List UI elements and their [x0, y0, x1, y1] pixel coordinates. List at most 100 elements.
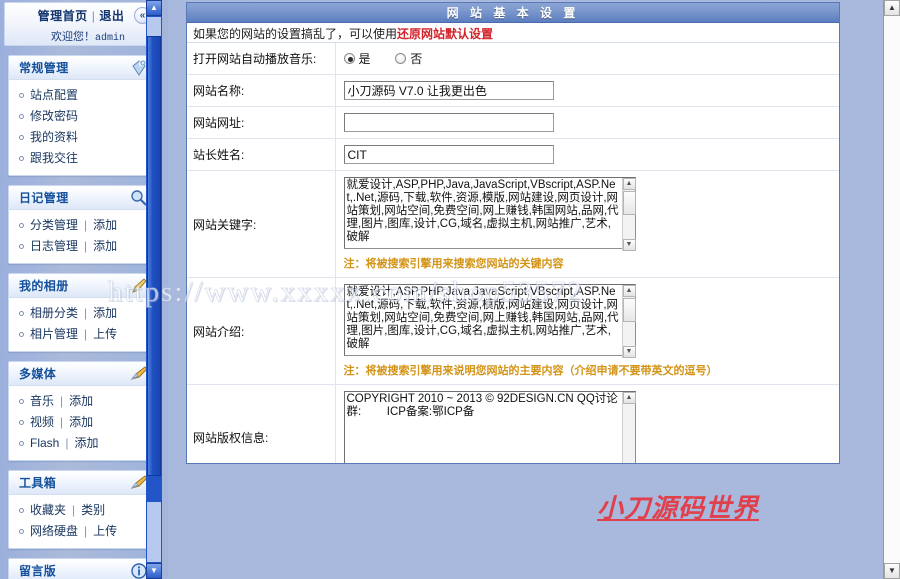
- page-scrollbar[interactable]: ▲ ▼: [883, 0, 900, 579]
- sidebar-item-add-link[interactable]: 添加: [69, 394, 93, 408]
- sidebar-item-add-link[interactable]: 添加: [93, 218, 117, 232]
- bullet-icon: [19, 529, 24, 535]
- scrollbar-thumb[interactable]: [622, 191, 636, 215]
- radio-yes[interactable]: [343, 53, 355, 64]
- sidebar-item-label[interactable]: 网络硬盘: [30, 524, 78, 538]
- sidebar-panel-multimedia: 多媒体 音乐 | 添加 视频 | 添加 Flash | 添加: [8, 361, 156, 461]
- page-scroll-down-icon[interactable]: ▼: [884, 563, 900, 579]
- header-separator: |: [91, 9, 96, 23]
- panel-header: 常规管理: [9, 56, 155, 80]
- admin-home-link[interactable]: 管理首页: [38, 9, 88, 23]
- panel-body: 音乐 | 添加 视频 | 添加 Flash | 添加: [9, 386, 155, 460]
- intro-textarea[interactable]: 就爱设计,ASP,PHP,Java,JavaScript,VBscript,AS…: [343, 284, 636, 356]
- sidebar-item-add-link[interactable]: 添加: [93, 306, 117, 320]
- page-scroll-up-icon[interactable]: ▲: [884, 0, 900, 16]
- sidebar-item-label[interactable]: 相册分类: [30, 306, 78, 320]
- current-username: admin: [94, 33, 125, 44]
- settings-form: 打开网站自动播放音乐: 是 否 网站名称: 网站网址:: [187, 43, 839, 463]
- webmaster-input[interactable]: [343, 145, 554, 164]
- intro-hint: 注：将被搜索引擎用来说明您网站的主要内容（介绍申请不要带英文的逗号）: [343, 365, 718, 377]
- bullet-icon: [19, 93, 24, 99]
- keywords-hint: 注：将被搜索引擎用来搜索您网站的关键内容: [343, 258, 564, 270]
- keywords-textarea[interactable]: 就爱设计,ASP,PHP,Java,JavaScript,VBscript,AS…: [343, 177, 636, 249]
- panel-title: 留言版: [19, 564, 57, 578]
- page-title: 网 站 基 本 设 置: [187, 3, 839, 23]
- sidebar-item-label[interactable]: Flash: [30, 436, 59, 450]
- copyright-textarea[interactable]: COPYRIGHT 2010 ~ 2013 © 92DESIGN.CN QQ讨论…: [343, 391, 636, 463]
- sidebar-item-label[interactable]: 视频: [30, 415, 54, 429]
- sidebar-item-label[interactable]: 修改密码: [30, 109, 78, 123]
- table-row-keywords: 网站关键字: 就爱设计,ASP,PHP,Java,JavaScript,VBsc…: [187, 170, 839, 278]
- panel-body: 分类管理 | 添加 日志管理 | 添加: [9, 210, 155, 263]
- autoplay-label: 打开网站自动播放音乐:: [187, 43, 336, 75]
- copyright-label: 网站版权信息:: [187, 384, 336, 463]
- siteurl-input[interactable]: [343, 113, 554, 132]
- bullet-icon: [19, 508, 24, 514]
- panel-body: 相册分类 | 添加 相片管理 | 上传: [9, 298, 155, 351]
- sidebar-item-label[interactable]: 分类管理: [30, 218, 78, 232]
- copyright-textarea-scrollbar[interactable]: ▲ ▼: [621, 392, 636, 463]
- intro-textarea-scrollbar[interactable]: ▲ ▼: [621, 285, 636, 358]
- sidebar-item-site-config[interactable]: 站点配置: [9, 85, 155, 106]
- sidebar-scroll-down-icon[interactable]: ▼: [146, 563, 162, 579]
- radio-no[interactable]: [395, 53, 407, 64]
- sidebar-scroll-up-icon[interactable]: ▲: [146, 0, 162, 16]
- item-separator: |: [84, 306, 88, 320]
- sidebar-item-music[interactable]: 音乐 | 添加: [9, 391, 155, 412]
- sidebar-item-my-profile[interactable]: 我的资料: [9, 127, 155, 148]
- scroll-up-icon[interactable]: ▲: [622, 392, 636, 404]
- keywords-label: 网站关键字:: [187, 170, 336, 278]
- sidebar-item-change-password[interactable]: 修改密码: [9, 106, 155, 127]
- sidebar-item-favorites[interactable]: 收藏夹 | 类别: [9, 500, 155, 521]
- bullet-icon: [19, 441, 24, 447]
- sidebar-item-upload-link[interactable]: 上传: [93, 524, 117, 538]
- sidebar-item-label[interactable]: 站点配置: [30, 88, 78, 102]
- intro-label: 网站介绍:: [187, 277, 336, 385]
- sidebar-item-add-link[interactable]: 添加: [74, 436, 98, 450]
- sidebar-item-video[interactable]: 视频 | 添加: [9, 412, 155, 433]
- sidebar-scrollbar[interactable]: ▲ ▼: [146, 0, 162, 579]
- page-scrollbar-track[interactable]: [884, 16, 900, 563]
- sidebar-item-contact-me[interactable]: 跟我交往: [9, 148, 155, 169]
- sidebar-item-label[interactable]: 音乐: [30, 394, 54, 408]
- sidebar-item-category-manage[interactable]: 分类管理 | 添加: [9, 215, 155, 236]
- keywords-textarea-scrollbar[interactable]: ▲ ▼: [621, 178, 636, 251]
- sidebar-item-flash[interactable]: Flash | 添加: [9, 433, 155, 454]
- sidebar-item-add-link[interactable]: 添加: [69, 415, 93, 429]
- sidebar-header: 管理首页 | 退出 欢迎您！admin «: [4, 2, 158, 46]
- scroll-down-icon[interactable]: ▼: [622, 346, 636, 358]
- bullet-icon: [19, 244, 24, 250]
- sidebar-item-label[interactable]: 我的资料: [30, 130, 78, 144]
- logout-link[interactable]: 退出: [99, 9, 124, 23]
- sidebar-item-upload-link[interactable]: 上传: [93, 327, 117, 341]
- autoplay-radio-group[interactable]: 是 否: [343, 52, 423, 66]
- bullet-icon: [19, 114, 24, 120]
- sidebar-item-netdisk[interactable]: 网络硬盘 | 上传: [9, 521, 155, 542]
- radio-no-label: 否: [410, 52, 423, 66]
- sidebar-item-label[interactable]: 日志管理: [30, 239, 78, 253]
- sidebar-scrollbar-track-top[interactable]: [147, 17, 161, 36]
- sidebar-item-category-link[interactable]: 类别: [81, 503, 105, 517]
- sidebar-item-photo-manage[interactable]: 相片管理 | 上传: [9, 324, 155, 345]
- table-row-siteurl: 网站网址:: [187, 106, 839, 139]
- sidebar-item-add-link[interactable]: 添加: [93, 239, 117, 253]
- scroll-up-icon[interactable]: ▲: [622, 285, 636, 297]
- scroll-down-icon[interactable]: ▼: [622, 239, 636, 251]
- sidebar-item-label[interactable]: 跟我交往: [30, 151, 78, 165]
- sitename-input[interactable]: [343, 81, 554, 100]
- welcome-label: 欢迎您！: [50, 31, 95, 43]
- item-separator: |: [84, 218, 88, 232]
- sidebar-item-label[interactable]: 收藏夹: [30, 503, 66, 517]
- sidebar-item-log-manage[interactable]: 日志管理 | 添加: [9, 236, 155, 257]
- item-separator: |: [84, 239, 88, 253]
- sidebar-panel-diary: 日记管理 分类管理 | 添加 日志管理 | 添加: [8, 185, 156, 264]
- panel-header: 多媒体: [9, 362, 155, 386]
- sidebar-item-label[interactable]: 相片管理: [30, 327, 78, 341]
- sidebar-scrollbar-track-bottom[interactable]: [147, 502, 161, 562]
- bullet-icon: [19, 332, 24, 338]
- scroll-up-icon[interactable]: ▲: [622, 178, 636, 190]
- restore-defaults-link[interactable]: 还原网站默认设置: [397, 27, 493, 41]
- sidebar-scrollbar-thumb[interactable]: [147, 36, 161, 476]
- sidebar-item-album-category[interactable]: 相册分类 | 添加: [9, 303, 155, 324]
- scrollbar-thumb[interactable]: [622, 298, 636, 322]
